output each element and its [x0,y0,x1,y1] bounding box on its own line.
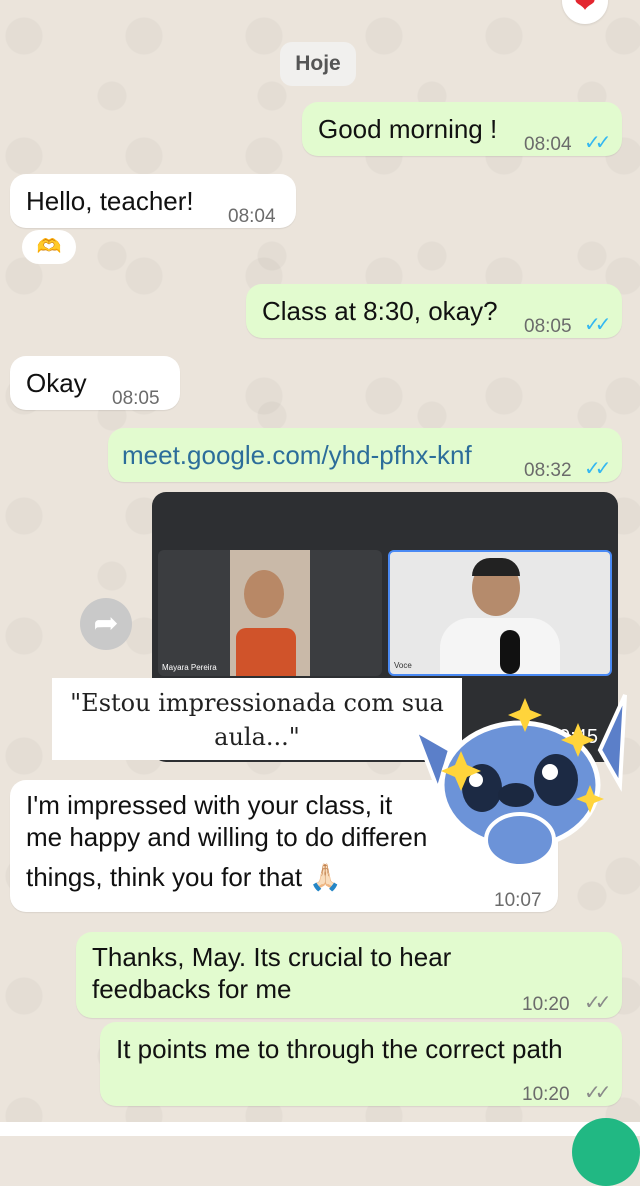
message-text: Class at 8:30, okay? [262,296,498,326]
delivered-receipt-icon: ✓✓ [584,992,611,1014]
message-bubble-outgoing[interactable]: meet.google.com/yhd-pfhx-knf 08:32 ✓✓ [108,428,622,482]
message-bubble-outgoing[interactable]: Class at 8:30, okay? 08:05 ✓✓ [246,284,622,338]
message-time: 08:05 [524,316,572,337]
caption-line: "Estou impressionada com sua [70,689,444,717]
message-text: It points me to through the correct path [116,1034,563,1064]
message-text: Thanks, May. Its crucial to hear [92,942,452,972]
delivered-receipt-icon: ✓✓ [584,1082,611,1104]
read-receipt-icon: ✓✓ [584,132,611,154]
participant-tile-left: Mayara Pereira [158,550,382,676]
participant-photo [230,550,310,676]
message-text: me happy and willing to do differen [26,822,428,852]
message-input-bar[interactable] [0,1122,640,1136]
message-bubble-incoming[interactable]: Okay 08:05 [10,356,180,410]
message-text: things, think you for that 🙏🏻 [26,862,342,892]
message-bubble-outgoing[interactable]: Good morning ! 08:04 ✓✓ [302,102,622,156]
message-text: Good morning ! [318,114,498,144]
caption-line: aula..." [214,723,300,751]
message-time: 08:05 [112,388,160,409]
message-text: I'm impressed with your class, it [26,790,393,820]
stitch-sticker-icon[interactable] [410,690,640,880]
mic-button[interactable] [572,1118,640,1186]
caption-overlay: "Estou impressionada com sua aula..." [52,678,462,760]
message-time: 08:04 [228,206,276,227]
forward-icon[interactable]: ➦ [80,598,132,650]
message-text: Hello, teacher! [26,186,194,216]
participant-name: Mayara Pereira [162,663,217,672]
message-bubble-incoming[interactable]: Hello, teacher! 08:04 [10,174,296,228]
participant-tile-right: Voce [388,550,612,676]
meet-link[interactable]: meet.google.com/yhd-pfhx-knf [122,438,472,472]
message-text: Okay [26,368,87,398]
read-receipt-icon: ✓✓ [584,458,611,480]
read-receipt-icon: ✓✓ [584,314,611,336]
message-time: 10:07 [494,890,542,911]
heart-hands-reaction-icon[interactable]: 🫶 [22,230,76,264]
message-bubble-outgoing[interactable]: It points me to through the correct path… [100,1022,622,1106]
message-time: 08:04 [524,134,572,155]
message-bubble-outgoing[interactable]: Thanks, May. Its crucial to hear feedbac… [76,932,622,1018]
message-time: 10:20 [522,1084,570,1105]
message-time: 10:20 [522,994,570,1015]
message-time: 08:32 [524,460,572,481]
date-chip: Hoje [280,42,356,86]
message-text: feedbacks for me [92,974,292,1004]
participant-name: Voce [394,661,412,670]
